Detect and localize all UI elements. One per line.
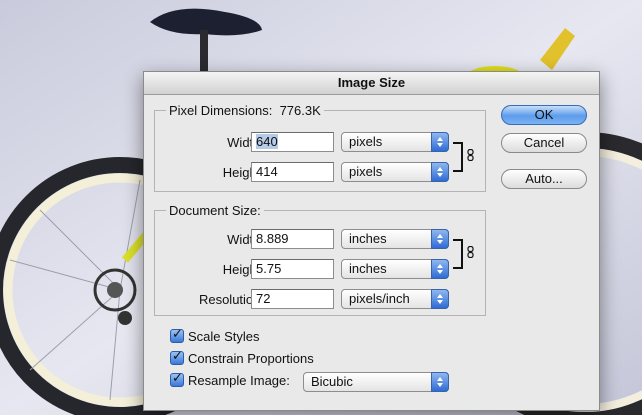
ok-button[interactable]: OK [501, 105, 587, 125]
doc-width-unit-select[interactable]: inches [341, 229, 449, 249]
chain-link-icon [467, 149, 474, 161]
checkbox-checked-icon [170, 327, 184, 343]
pixel-link-bracket [453, 142, 463, 172]
doc-link-bracket [453, 239, 463, 269]
image-size-dialog: Image Size Pixel Dimensions: 776.3K Widt… [143, 71, 600, 411]
doc-height-field[interactable]: 5.75 [251, 259, 334, 279]
auto-button[interactable]: Auto... [501, 169, 587, 189]
pixel-width-unit-select[interactable]: pixels [341, 132, 449, 152]
chevron-updown-icon [431, 132, 449, 152]
resample-method-select[interactable]: Bicubic [303, 372, 449, 392]
pixel-dimensions-size: 776.3K [279, 103, 321, 118]
resample-image-checkbox[interactable]: Resample Image: [170, 371, 290, 391]
pixel-height-unit-select[interactable]: pixels [341, 162, 449, 182]
chevron-updown-icon [431, 229, 449, 249]
resample-image-label: Resample Image: [188, 373, 290, 388]
constrain-proportions-checkbox[interactable]: Constrain Proportions [170, 349, 314, 369]
pixel-height-field[interactable]: 414 [251, 162, 334, 182]
scale-styles-label: Scale Styles [188, 329, 260, 344]
scale-styles-checkbox[interactable]: Scale Styles [170, 327, 260, 347]
chevron-updown-icon [431, 259, 449, 279]
resolution-field[interactable]: 72 [251, 289, 334, 309]
checkbox-checked-icon [170, 349, 184, 365]
chevron-updown-icon [431, 372, 449, 392]
chevron-updown-icon [431, 289, 449, 309]
doc-height-unit-select[interactable]: inches [341, 259, 449, 279]
chevron-updown-icon [431, 162, 449, 182]
chain-link-icon [467, 246, 474, 258]
doc-width-field[interactable]: 8.889 [251, 229, 334, 249]
resolution-label: Resolution: [198, 292, 264, 307]
dialog-title: Image Size [144, 72, 599, 95]
pixel-dimensions-title: Pixel Dimensions: 776.3K [166, 103, 324, 118]
checkbox-checked-icon [170, 371, 184, 387]
constrain-proportions-label: Constrain Proportions [188, 351, 314, 366]
pixel-width-field[interactable]: 640 [251, 132, 334, 152]
cancel-button[interactable]: Cancel [501, 133, 587, 153]
document-size-title: Document Size: [166, 203, 264, 218]
resolution-unit-select[interactable]: pixels/inch [341, 289, 449, 309]
